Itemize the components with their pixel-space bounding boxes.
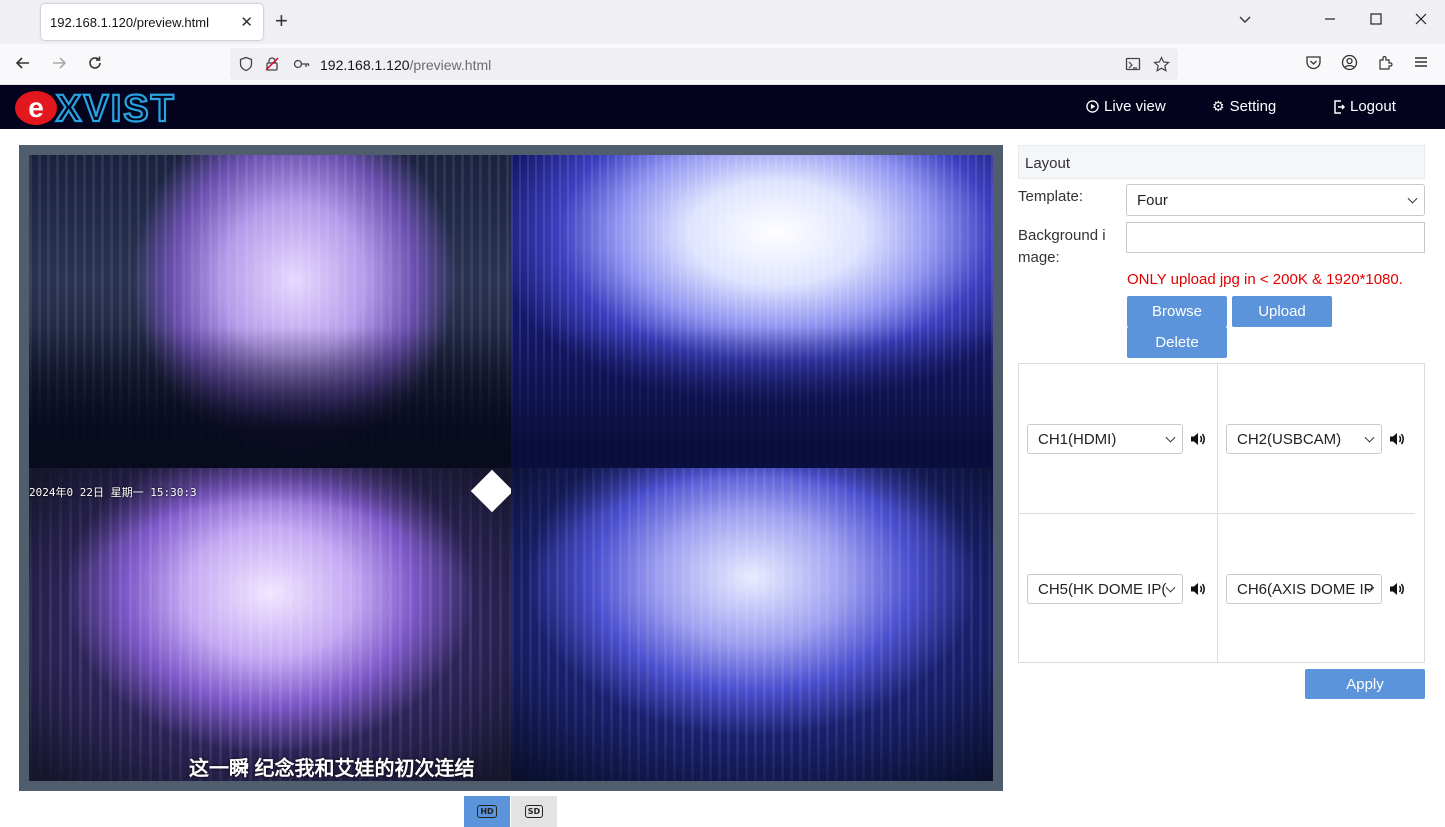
template-select[interactable]: Four <box>1126 184 1425 216</box>
close-window-icon[interactable] <box>1414 10 1428 32</box>
upload-button[interactable]: Upload <box>1232 296 1332 327</box>
gear-icon: ⚙ <box>1212 98 1225 114</box>
browse-button[interactable]: Browse <box>1127 296 1227 327</box>
channel-slot-1: CH1(HDMI) <box>1019 364 1217 513</box>
url-path: /preview.html <box>409 57 492 73</box>
delete-button[interactable]: Delete <box>1127 327 1227 358</box>
reload-icon[interactable] <box>86 54 104 76</box>
video-subtitle: 这一瞬 纪念我和艾娃的初次连结 <box>189 758 475 780</box>
logout-icon <box>1334 99 1345 114</box>
url-host: 192.168.1.120 <box>320 57 410 73</box>
extensions-icon[interactable] <box>1377 54 1394 75</box>
menu-setting[interactable]: ⚙ Setting <box>1212 98 1276 115</box>
upload-warning-text: ONLY upload jpg in < 200K & 1920*1080. <box>1127 271 1403 288</box>
sd-button[interactable]: SD <box>511 796 557 827</box>
background-image-field[interactable] <box>1126 222 1425 253</box>
chevron-down-icon <box>1165 582 1176 593</box>
url-text[interactable]: 192.168.1.120/preview.html <box>320 57 491 73</box>
osd-marker <box>470 469 511 513</box>
menu-logout-label: Logout <box>1350 98 1396 115</box>
app-header: e XVIST Live view ⚙ Setting Logout <box>0 85 1445 129</box>
channel-slot-3: CH5(HK DOME IP( <box>1019 513 1217 662</box>
menu-live-view[interactable]: Live view <box>1086 98 1166 115</box>
background-image-label: Background image: <box>1018 227 1106 266</box>
channel-2-select[interactable]: CH2(USBCAM) <box>1226 424 1382 454</box>
minimize-icon[interactable] <box>1323 10 1337 32</box>
svg-text:XVIST: XVIST <box>56 88 176 127</box>
shield-icon[interactable] <box>238 56 254 76</box>
video-channel-1[interactable] <box>29 155 511 468</box>
channel-1-select[interactable]: CH1(HDMI) <box>1027 424 1183 454</box>
close-tab-icon[interactable]: ✕ <box>240 13 253 31</box>
video-channel-3[interactable]: 2024年0 22日 星期一 15:30:3 这一瞬 纪念我和艾娃的初次连结 <box>29 468 511 781</box>
new-tab-icon[interactable]: + <box>275 10 288 32</box>
tab-title: 192.168.1.120/preview.html <box>50 15 209 30</box>
stream-quality-toggle: HD SD <box>464 796 557 827</box>
channel-4-select[interactable]: CH6(AXIS DOME IP <box>1226 574 1382 604</box>
video-grid: 2024年0 22日 星期一 15:30:3 这一瞬 纪念我和艾娃的初次连结 <box>19 145 1003 791</box>
hd-button[interactable]: HD <box>464 796 510 827</box>
hd-icon: HD <box>477 805 497 818</box>
insecure-lock-icon[interactable] <box>264 56 280 76</box>
sd-icon: SD <box>524 805 544 818</box>
speaker-icon[interactable] <box>1189 580 1207 598</box>
video-channel-2[interactable] <box>511 155 993 468</box>
layout-panel-title: Layout <box>1025 155 1071 172</box>
video-channel-4[interactable] <box>511 468 993 781</box>
back-arrow-icon[interactable] <box>14 54 32 76</box>
tab-list-icon[interactable] <box>1238 10 1252 32</box>
layout-panel-header: Layout <box>1018 145 1425 179</box>
menu-setting-label: Setting <box>1229 98 1277 115</box>
play-circle-icon <box>1086 100 1099 113</box>
apply-button[interactable]: Apply <box>1305 669 1425 699</box>
channel-grid: CH1(HDMI) CH2(USBCAM) CH5(HK DOME IP( CH… <box>1018 363 1425 663</box>
menu-logout[interactable]: Logout <box>1333 98 1396 115</box>
channel-slot-4: CH6(AXIS DOME IP <box>1217 513 1415 662</box>
svg-text:e: e <box>28 92 44 123</box>
speaker-icon[interactable] <box>1388 430 1406 448</box>
pocket-icon[interactable] <box>1305 54 1322 75</box>
chevron-down-icon <box>1165 432 1176 443</box>
key-icon[interactable] <box>293 56 311 76</box>
bookmark-star-icon[interactable] <box>1153 56 1170 77</box>
channel-slot-2: CH2(USBCAM) <box>1217 364 1415 513</box>
speaker-icon[interactable] <box>1189 430 1207 448</box>
exvist-logo: e XVIST <box>15 87 176 127</box>
browser-tab[interactable]: 192.168.1.120/preview.html ✕ <box>41 4 263 40</box>
channel-1-value: CH1(HDMI) <box>1038 430 1117 448</box>
speaker-icon[interactable] <box>1388 580 1406 598</box>
channel-4-value: CH6(AXIS DOME IP <box>1237 580 1374 598</box>
menu-hamburger-icon[interactable] <box>1413 54 1429 74</box>
forward-arrow-icon[interactable] <box>50 54 68 76</box>
chevron-down-icon <box>1364 432 1375 443</box>
reader-view-icon[interactable] <box>1125 56 1141 76</box>
account-icon[interactable] <box>1341 54 1358 75</box>
address-bar[interactable]: 192.168.1.120/preview.html <box>230 48 1178 80</box>
channel-3-select[interactable]: CH5(HK DOME IP( <box>1027 574 1183 604</box>
template-label: Template: <box>1018 188 1084 205</box>
channel-3-value: CH5(HK DOME IP( <box>1038 580 1167 598</box>
menu-live-view-label: Live view <box>1104 98 1166 115</box>
browser-nav-bar: 192.168.1.120/preview.html <box>0 44 1445 85</box>
browser-tab-bar: 192.168.1.120/preview.html ✕ + <box>0 0 1445 44</box>
maximize-icon[interactable] <box>1369 10 1383 32</box>
chevron-down-icon <box>1407 193 1418 204</box>
template-select-value: Four <box>1137 191 1168 209</box>
osd-timestamp: 2024年0 22日 星期一 15:30:3 <box>29 486 197 499</box>
channel-2-value: CH2(USBCAM) <box>1237 430 1342 448</box>
